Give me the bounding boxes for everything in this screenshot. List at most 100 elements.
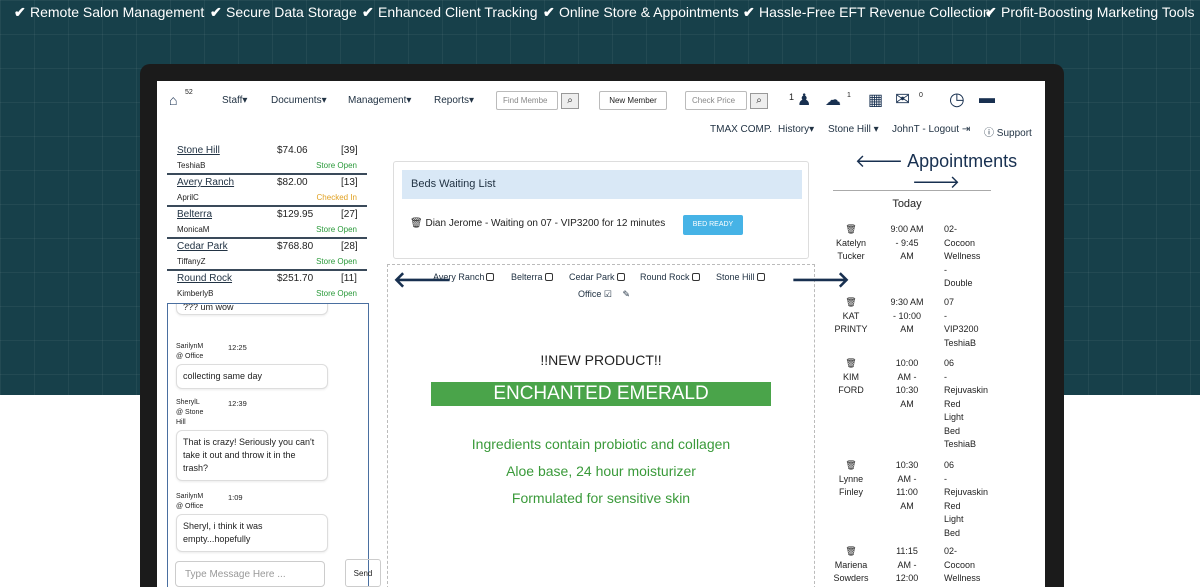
history-menu[interactable]: History▾	[778, 124, 814, 135]
appointment-client[interactable]: 🗑 KIM FORD	[831, 357, 871, 398]
store-name[interactable]: Stone Hill	[177, 145, 220, 156]
arrow-left-icon[interactable]: 🡐	[855, 151, 903, 171]
menu-staff[interactable]: Staff▾	[222, 95, 247, 106]
promo-title: ENCHANTED EMERALD MOISTURIZER	[431, 382, 771, 428]
checkbox-icon[interactable]	[691, 273, 700, 281]
menu-management[interactable]: Management▾	[348, 95, 411, 106]
appointment-client[interactable]: 🗑 Katelyn Tucker	[831, 223, 871, 264]
chat-icon[interactable]: ☁	[825, 90, 841, 110]
appointment-detail-line: TeshiaB	[944, 439, 977, 449]
store-name[interactable]: Belterra	[177, 209, 212, 220]
appointment-client[interactable]: 🗑 KAT PRINTY	[831, 296, 871, 337]
store-row[interactable]: Round Rock $251.70 [11] KimberlyB Store …	[167, 271, 367, 303]
store-row[interactable]: Cedar Park $768.80 [28] TiffanyZ Store O…	[167, 239, 367, 271]
appointment-client[interactable]: 🗑 Lynne Finley	[831, 459, 871, 500]
appointment-time-line: AM -	[897, 371, 917, 382]
tanning-bed-icon[interactable]: ▬	[979, 90, 995, 108]
menu-documents-label: Documents	[271, 95, 322, 106]
location-menu[interactable]: Stone Hill ▾	[828, 124, 879, 135]
store-row[interactable]: Avery Ranch $82.00 [13] AprilC Checked I…	[167, 175, 367, 207]
promo-line: Aloe base, 24 hour moisturizer	[506, 463, 696, 479]
check-icon: ✔	[985, 4, 997, 20]
checked-checkbox-icon[interactable]: ☑	[604, 289, 612, 299]
edit-icon[interactable]: ✎	[622, 289, 630, 299]
store-name[interactable]: Avery Ranch	[177, 177, 234, 188]
calendar-icon[interactable]: ▦	[868, 90, 883, 110]
appointment-detail: 06 - Rejuvaskin Red Light Bed TeshiaB	[944, 357, 1004, 452]
appointment-client[interactable]: 🗑 Mariena Sowders	[831, 545, 871, 586]
feature-item: ✔ Hassle-Free EFT Revenue Collection	[743, 4, 991, 21]
feature-label: Profit-Boosting Marketing Tools	[1001, 4, 1195, 20]
trash-icon[interactable]: 🗑	[845, 297, 856, 307]
appointment-client-name: PRINTY	[834, 324, 868, 334]
trash-icon[interactable]: 🗑	[410, 218, 423, 229]
arrow-right-icon[interactable]: 🡒	[791, 267, 850, 293]
checkbox-icon[interactable]	[616, 273, 625, 281]
chat-message-input[interactable]: Type Message Here ...	[175, 561, 325, 587]
trash-icon[interactable]: 🗑	[845, 460, 856, 470]
home-badge: 52	[185, 89, 193, 96]
appointment-time-line: 10:30	[895, 385, 919, 395]
menu-documents[interactable]: Documents▾	[271, 95, 327, 106]
feature-label: Secure Data Storage	[226, 4, 357, 20]
appointment-client-name: KIM	[842, 371, 859, 382]
support-link[interactable]: ⓘ Support	[984, 124, 1032, 139]
location-filter[interactable]: Office ☑ ✎	[578, 289, 630, 300]
store-amount: $251.70	[277, 273, 314, 284]
arrow-right-icon[interactable]: 🡒	[912, 172, 960, 192]
appointment-client-name: Lynne	[838, 473, 864, 484]
location-filter[interactable]: Round Rock	[640, 272, 700, 282]
logout-link[interactable]: JohnT - Logout ⇥	[892, 124, 970, 135]
location-filter[interactable]: Cedar Park	[569, 272, 625, 282]
appointment-detail-line: 02-	[944, 224, 958, 234]
store-count: [13]	[341, 177, 358, 188]
location-filter[interactable]: Belterra	[511, 272, 553, 282]
appointment-detail-line: Light	[944, 514, 964, 524]
store-user: AprilC	[177, 193, 199, 202]
checkbox-icon[interactable]	[756, 273, 765, 281]
find-member-search-button[interactable]: ⌕	[561, 93, 579, 109]
bed-waiting-text: Dian Jerome - Waiting on 07 - VIP3200 fo…	[425, 218, 666, 229]
customer-walk-in-icon[interactable]: ♟	[797, 90, 811, 110]
trash-icon[interactable]: 🗑	[845, 546, 856, 556]
chat-user: SarilynM	[176, 493, 204, 500]
clock-icon[interactable]: ◷	[949, 89, 965, 110]
store-name[interactable]: Cedar Park	[177, 241, 228, 252]
checkbox-icon[interactable]	[544, 273, 553, 281]
promo-new-label: !!NEW PRODUCT!!	[540, 352, 662, 368]
appointment-time: 9:00 AM - 9:45 AM	[884, 223, 930, 264]
appointment-detail: 07 - VIP3200 TeshiaB	[944, 296, 1004, 350]
store-row[interactable]: Stone Hill $74.06 [39] TeshiaB Store Ope…	[167, 143, 367, 175]
mail-icon[interactable]: ✉	[895, 89, 910, 110]
location-filter[interactable]: Stone Hill	[716, 272, 765, 282]
appointment-client-name: KAT	[842, 310, 860, 321]
store-amount: $768.80	[277, 241, 314, 252]
chat-panel[interactable]: ??? um wow SarilynM @ Office 12:25 colle…	[167, 303, 369, 587]
location-filter[interactable]: Avery Ranch	[433, 272, 495, 282]
menu-staff-label: Staff	[222, 95, 243, 106]
chat-location: Hill	[176, 419, 186, 426]
menu-reports[interactable]: Reports▾	[434, 95, 474, 106]
promo-line: Formulated for sensitive skin	[511, 490, 691, 506]
home-icon[interactable]: ⌂	[169, 92, 177, 108]
appointment-detail-line: Wellness	[944, 251, 981, 261]
store-name[interactable]: Round Rock	[177, 273, 232, 284]
new-member-button[interactable]: New Member	[599, 91, 667, 110]
store-row[interactable]: Belterra $129.95 [27] MonicaM Store Open	[167, 207, 367, 239]
appointment-detail-line: -	[944, 473, 947, 484]
checkbox-icon[interactable]	[486, 273, 495, 281]
location-filter-label: Stone Hill	[716, 272, 755, 282]
trash-icon[interactable]: 🗑	[845, 224, 856, 234]
appointment-detail: 06 - Rejuvaskin Red Light Bed	[944, 459, 1004, 540]
feature-label: Hassle-Free EFT Revenue Collection	[759, 4, 991, 20]
chat-send-button[interactable]: Send	[345, 559, 381, 587]
trash-icon[interactable]: 🗑	[845, 358, 856, 368]
store-user: KimberlyB	[177, 289, 214, 298]
chat-time: 1:09	[228, 493, 243, 502]
divider	[833, 190, 991, 191]
check-price-input[interactable]: Check Price	[685, 91, 747, 110]
find-member-input[interactable]: Find Membe	[496, 91, 558, 110]
check-price-search-button[interactable]: ⌕	[750, 93, 768, 109]
appointment-detail-line: Light	[944, 412, 964, 422]
bed-ready-button[interactable]: BED READY	[683, 215, 743, 235]
